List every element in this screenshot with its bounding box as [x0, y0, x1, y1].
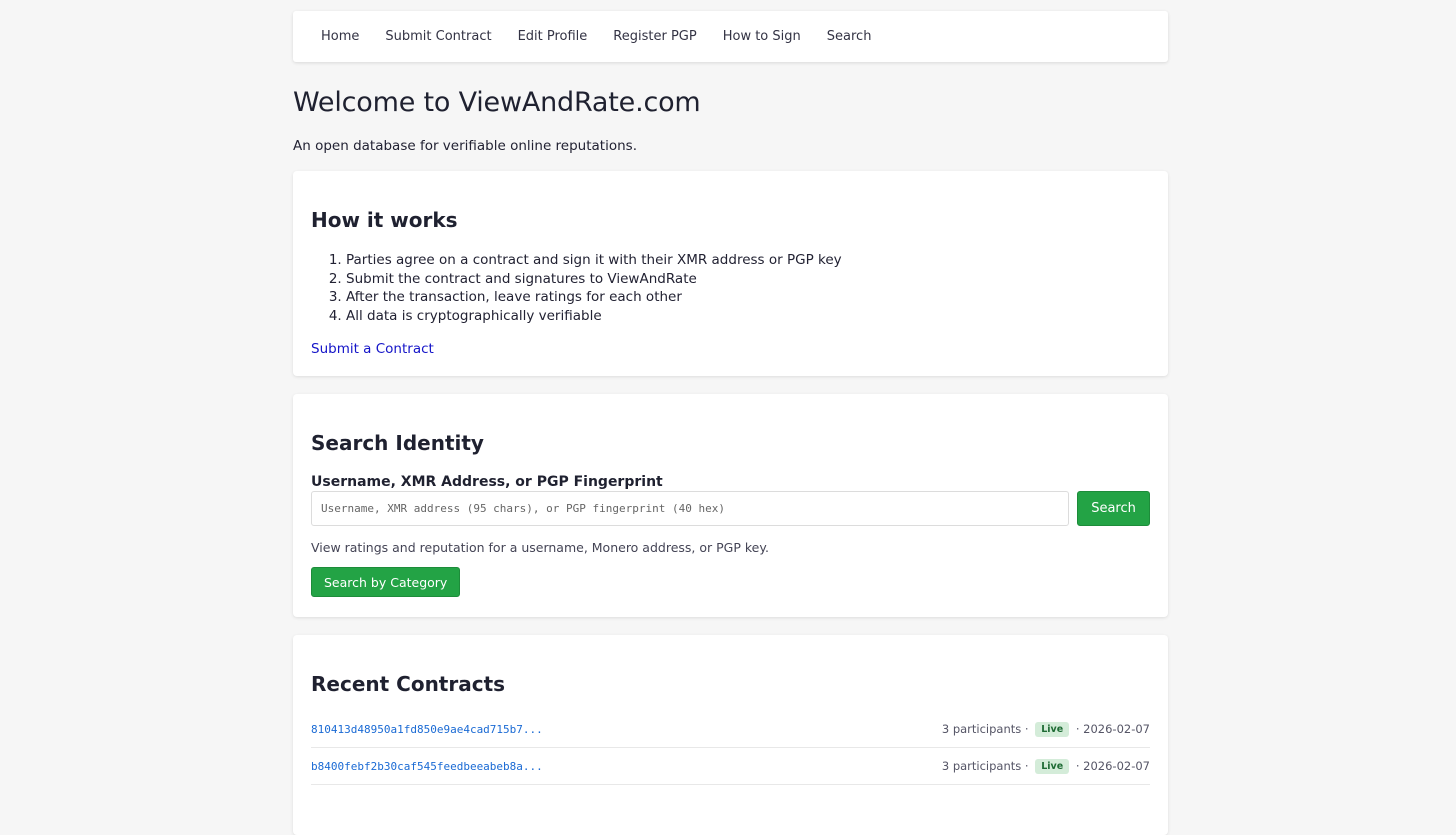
contract-hash-link[interactable]: 810413d48950a1fd850e9ae4cad715b7... — [311, 723, 543, 736]
nav-search[interactable]: Search — [827, 11, 872, 62]
nav-register-pgp[interactable]: Register PGP — [613, 11, 696, 62]
tagline: An open database for verifiable online r… — [293, 138, 637, 154]
contract-meta: 3 participants · Live · 2026-02-07 — [941, 721, 1150, 737]
steps-list: Parties agree on a contract and sign it … — [311, 251, 1150, 326]
contract-meta: 3 participants · Live · 2026-02-07 — [941, 758, 1150, 774]
search-button[interactable]: Search — [1077, 491, 1150, 526]
top-navbar: Home Submit Contract Edit Profile Regist… — [293, 11, 1168, 62]
nav-how-to-sign[interactable]: How to Sign — [723, 11, 801, 62]
meta-separator: · — [1072, 759, 1084, 773]
nav-home[interactable]: Home — [321, 11, 359, 62]
meta-separator: · — [1021, 722, 1033, 736]
step-item: Submit the contract and signatures to Vi… — [346, 270, 1150, 289]
submit-contract-link[interactable]: Submit a Contract — [311, 341, 434, 357]
meta-separator: · — [1072, 722, 1084, 736]
search-row: Search — [311, 491, 1150, 526]
nav-submit-contract[interactable]: Submit Contract — [385, 11, 491, 62]
search-help-text: View ratings and reputation for a userna… — [311, 540, 769, 555]
step-item: After the transaction, leave ratings for… — [346, 288, 1150, 307]
recent-contracts-card: Recent Contracts 810413d48950a1fd850e9ae… — [293, 635, 1168, 835]
meta-separator: · — [1021, 759, 1033, 773]
step-item: Parties agree on a contract and sign it … — [346, 251, 1150, 270]
how-it-works-card: How it works Parties agree on a contract… — [293, 171, 1168, 376]
page-container: Home Submit Contract Edit Profile Regist… — [293, 11, 1168, 835]
contract-hash-link[interactable]: b8400febf2b30caf545feedbeeabeb8a... — [311, 760, 543, 773]
search-by-category-button[interactable]: Search by Category — [311, 567, 461, 597]
step-item: All data is cryptographically verifiable — [346, 307, 1150, 326]
nav-edit-profile[interactable]: Edit Profile — [518, 11, 588, 62]
contract-row: 810413d48950a1fd850e9ae4cad715b7... 3 pa… — [311, 711, 1150, 748]
status-badge: Live — [1035, 721, 1070, 737]
participants-count: 3 participants — [941, 759, 1022, 773]
recent-contracts-heading: Recent Contracts — [311, 672, 506, 696]
participants-count: 3 participants — [941, 722, 1022, 736]
contract-row: b8400febf2b30caf545feedbeeabeb8a... 3 pa… — [311, 748, 1150, 785]
page-title: Welcome to ViewAndRate.com — [293, 87, 701, 118]
contract-date: 2026-02-07 — [1083, 759, 1150, 773]
search-identity-card: Search Identity Username, XMR Address, o… — [293, 394, 1168, 617]
contract-date: 2026-02-07 — [1083, 722, 1150, 736]
how-it-works-heading: How it works — [311, 208, 458, 232]
contract-list: 810413d48950a1fd850e9ae4cad715b7... 3 pa… — [311, 711, 1150, 785]
identity-search-input[interactable] — [311, 491, 1070, 526]
status-badge: Live — [1035, 758, 1070, 774]
search-field-label: Username, XMR Address, or PGP Fingerprin… — [311, 474, 663, 490]
search-identity-heading: Search Identity — [311, 431, 484, 455]
